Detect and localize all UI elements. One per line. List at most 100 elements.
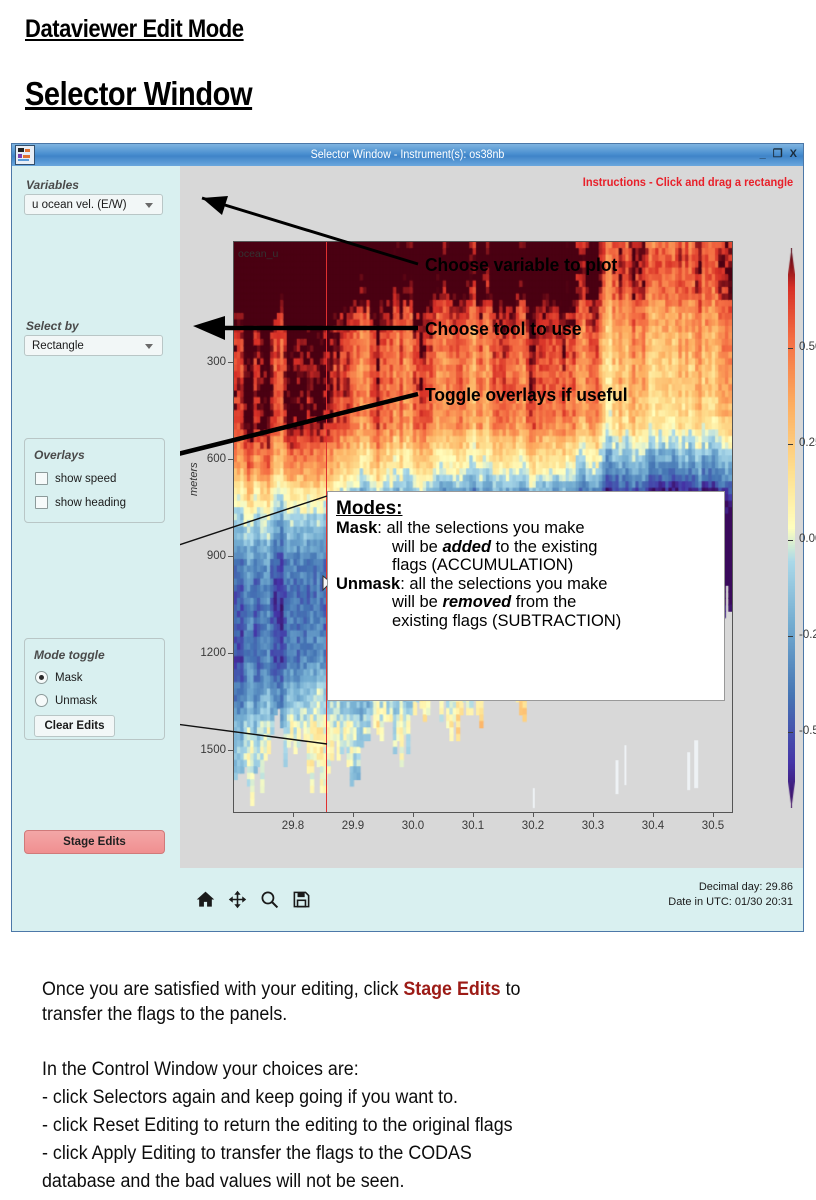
modes-line-6: existing flags (SUBTRACTION) <box>392 611 622 630</box>
x-tick-label: 30.2 <box>521 820 545 832</box>
decimal-day-text: Decimal day: 29.86 <box>698 881 793 893</box>
mode-toggle-label: Mode toggle <box>34 648 105 662</box>
colorbar-tick-mark <box>788 444 793 445</box>
radio-mask-label: Mask <box>55 671 83 684</box>
clear-edits-button[interactable]: Clear Edits <box>34 715 115 737</box>
stage-edits-button[interactable]: Stage Edits <box>24 830 165 854</box>
y-tick-label: 1200 <box>200 647 226 659</box>
home-icon[interactable] <box>196 890 215 909</box>
colorbar-tick-label: 0.50 <box>799 341 816 353</box>
checkbox-show-heading[interactable]: show heading <box>35 496 126 509</box>
y-tick-label: 1500 <box>200 744 226 756</box>
x-tick-label: 30.0 <box>401 820 425 832</box>
footer-paragraph-2-line3: - click Reset Editing to return the edit… <box>42 1115 513 1136</box>
footer-paragraph-1: Once you are satisfied with your editing… <box>42 978 520 1002</box>
select-by-select[interactable]: Rectangle <box>24 335 163 356</box>
window-title: Selector Window - Instrument(s): os38nb <box>310 149 505 161</box>
footer-paragraph-2-line2: - click Selectors again and keep going i… <box>42 1087 458 1108</box>
modes-line-2: will be added to the existing <box>392 537 598 556</box>
x-tick-mark <box>653 813 654 817</box>
footer-paragraph-2-line5: database and the bad values will not be … <box>42 1171 405 1192</box>
variable-select-value: u ocean vel. (E/W) <box>32 198 127 211</box>
modes-callout: Modes: Mask: all the selections you make… <box>327 491 725 701</box>
x-tick-label: 30.4 <box>641 820 665 832</box>
x-tick-mark <box>353 813 354 817</box>
checkbox-show-speed-label: show speed <box>55 472 117 485</box>
radio-mask[interactable]: Mask <box>35 671 82 684</box>
instructions-text: Instructions - Click and drag a rectangl… <box>582 177 793 189</box>
variable-select[interactable]: u ocean vel. (E/W) <box>24 194 163 215</box>
footer-paragraph-2-line1: In the Control Window your choices are: <box>42 1059 359 1080</box>
footer-p1-part-a: Once you are satisfied with your editing… <box>42 979 404 1000</box>
variables-label: Variables <box>26 178 79 192</box>
footer-stage-edits-highlight: Stage Edits <box>403 979 501 1000</box>
x-tick-mark <box>293 813 294 817</box>
modes-line-3: flags (ACCUMULATION) <box>392 556 574 575</box>
plot-panel: Instructions - Click and drag a rectangl… <box>180 166 816 868</box>
minimize-button[interactable]: _ <box>760 146 766 162</box>
y-tick-label: 600 <box>206 453 226 465</box>
annotation-choose-tool: Choose tool to use <box>425 318 582 339</box>
select-by-label: Select by <box>26 319 79 333</box>
colorbar <box>788 248 795 808</box>
maximize-button[interactable]: ❐ <box>773 146 783 162</box>
checkbox-show-heading-label: show heading <box>55 496 126 509</box>
x-tick-mark <box>413 813 414 817</box>
selector-window: Selector Window - Instrument(s): os38nb … <box>11 143 816 932</box>
x-tick-label: 29.8 <box>281 820 305 832</box>
radio-selected-icon <box>35 671 48 684</box>
x-tick-mark <box>713 813 714 817</box>
annotation-choose-variable: Choose variable to plot <box>425 254 618 275</box>
radio-unmask-label: Unmask <box>55 694 98 707</box>
colorbar-tick-mark <box>788 636 793 637</box>
page-heading-secondary: Selector Window <box>25 75 253 112</box>
x-tick-label: 30.5 <box>701 820 725 832</box>
annotation-toggle-overlays: Toggle overlays if useful <box>425 384 628 405</box>
page-heading-primary: Dataviewer Edit Mode <box>25 15 244 43</box>
x-tick-mark <box>533 813 534 817</box>
x-tick-mark <box>593 813 594 817</box>
modes-line-1: Mask: all the selections you make <box>336 519 585 538</box>
control-sidebar: Variables u ocean vel. (E/W) Select by R… <box>12 166 180 931</box>
colorbar-tick-label: 0.00 <box>799 533 816 545</box>
y-axis-label: meters <box>188 462 200 496</box>
checkbox-icon <box>35 496 48 509</box>
checkbox-icon <box>35 472 48 485</box>
colorbar-tick-mark <box>788 348 793 349</box>
save-icon[interactable] <box>292 890 311 909</box>
x-tick-label: 30.3 <box>581 820 605 832</box>
select-by-value: Rectangle <box>32 339 84 352</box>
x-tick-label: 30.1 <box>461 820 485 832</box>
window-titlebar: Selector Window - Instrument(s): os38nb … <box>12 144 803 166</box>
checkbox-show-speed[interactable]: show speed <box>35 472 116 485</box>
colorbar-gradient <box>788 248 795 808</box>
chevron-down-icon <box>145 344 153 349</box>
footer-paragraph-2-line4: - click Apply Editing to transfer the fl… <box>42 1143 472 1164</box>
axes-corner-label: ocean_u <box>238 248 279 260</box>
radio-unselected-icon <box>35 694 48 707</box>
y-tick-label: 300 <box>206 356 226 368</box>
matplotlib-toolbar <box>196 890 311 909</box>
modes-line-5: will be removed from the <box>392 593 577 612</box>
date-utc-text: Date in UTC: 01/30 20:31 <box>668 895 793 908</box>
modes-title: Modes: <box>336 498 403 519</box>
status-readout: Decimal day: 29.86 Date in UTC: 01/30 20… <box>668 880 793 910</box>
plot-bottom-bar: Decimal day: 29.86 Date in UTC: 01/30 20… <box>180 868 803 931</box>
radio-unmask[interactable]: Unmask <box>35 694 97 707</box>
footer-p1-part-b: to <box>500 979 521 1000</box>
overlays-label: Overlays <box>34 448 85 462</box>
colorbar-tick-mark <box>788 540 793 541</box>
move-icon[interactable] <box>228 890 247 909</box>
x-tick-label: 29.9 <box>341 820 365 832</box>
colorbar-tick-label: -0.50 <box>799 725 816 737</box>
footer-paragraph-1-line2: transfer the flags to the panels. <box>42 1004 288 1025</box>
chevron-down-icon <box>145 203 153 208</box>
colorbar-tick-mark <box>788 732 793 733</box>
colorbar-tick-label: -0.25 <box>799 629 816 641</box>
zoom-icon[interactable] <box>260 890 279 909</box>
x-tick-mark <box>473 813 474 817</box>
app-icon <box>15 145 35 165</box>
close-button[interactable]: X <box>790 146 797 162</box>
colorbar-tick-label: 0.25 <box>799 437 816 449</box>
modes-line-4: Unmask: all the selections you make <box>336 574 608 593</box>
